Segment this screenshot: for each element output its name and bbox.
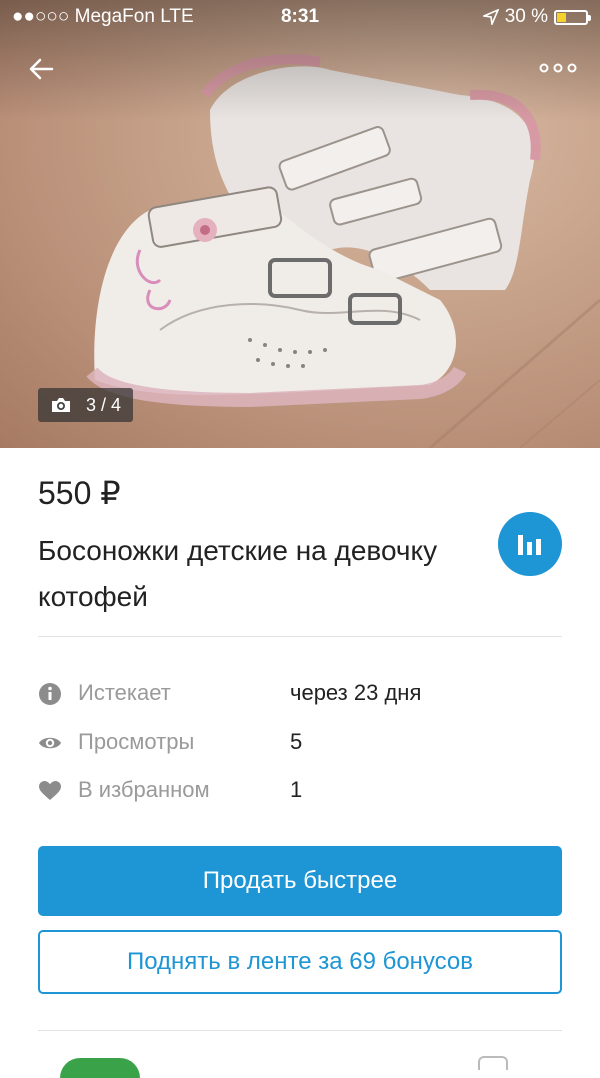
listing-title: Босоножки детские на девочку котофей xyxy=(38,535,438,612)
info-label: Просмотры xyxy=(78,729,195,754)
status-right: 30 % xyxy=(482,6,591,28)
listing-photo[interactable] xyxy=(0,0,600,448)
info-label: Истекает xyxy=(78,680,171,705)
photo-counter-text: 3 / 4 xyxy=(86,394,122,415)
info-value: 1 xyxy=(290,777,303,802)
info-value: через 23 дня xyxy=(290,680,422,705)
battery-percent: 30 % xyxy=(504,6,548,27)
partial-gray-icon xyxy=(478,1056,508,1070)
statistics-button[interactable] xyxy=(498,512,562,576)
info-label: В избранном xyxy=(78,777,210,802)
photo-counter: 3 / 4 xyxy=(38,388,134,422)
camera-icon xyxy=(52,398,70,412)
price: 550 ₽ xyxy=(38,475,121,511)
partial-green-icon xyxy=(60,1058,140,1078)
info-row-views: Просмотры 5 xyxy=(38,727,562,759)
boost-listing-button[interactable]: Поднять в ленте за 69 бонусов xyxy=(38,930,562,994)
divider xyxy=(38,636,562,637)
heart-icon xyxy=(39,781,61,800)
more-options-icon[interactable] xyxy=(538,58,578,78)
back-arrow-icon[interactable] xyxy=(22,52,62,86)
status-bar: ●●○○○ MegaFon LTE 8:31 30 % xyxy=(0,0,600,36)
info-row-favorites: В избранном 1 xyxy=(38,775,562,807)
divider xyxy=(38,1030,562,1031)
battery-icon xyxy=(554,9,591,25)
bar-chart-icon xyxy=(518,535,541,555)
info-icon xyxy=(39,683,61,705)
info-row-expires: Истекает через 23 дня xyxy=(38,678,562,710)
sell-faster-button[interactable]: Продать быстрее xyxy=(38,846,562,916)
info-value: 5 xyxy=(290,729,303,754)
eye-icon xyxy=(39,737,61,749)
location-arrow-icon xyxy=(482,9,499,25)
